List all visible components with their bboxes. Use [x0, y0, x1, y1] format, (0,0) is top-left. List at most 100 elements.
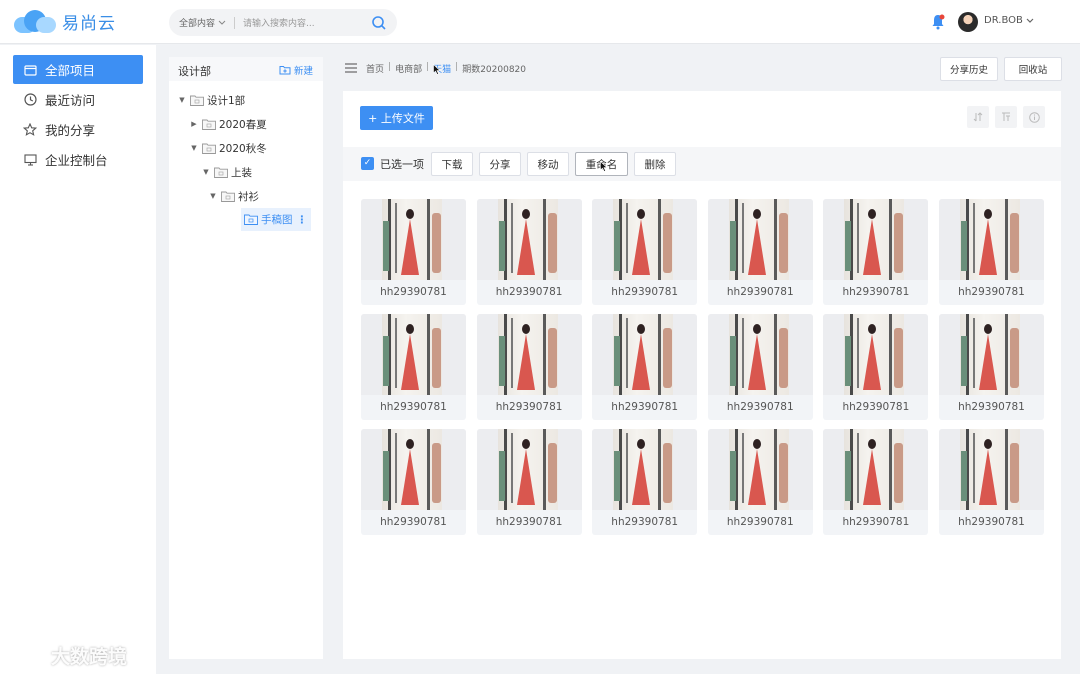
file-thumbnail[interactable] [823, 429, 929, 510]
search-input[interactable]: 请输入搜索内容... [243, 16, 371, 29]
tree-title: 设计部 [178, 65, 211, 78]
file-thumbnail[interactable] [592, 429, 698, 510]
app-name: 易尚云 [62, 13, 116, 34]
file-card[interactable]: hh29390781 [939, 429, 1044, 535]
file-name: hh29390781 [495, 516, 563, 528]
sidebar-item-my-shares[interactable]: 我的分享 [13, 115, 143, 144]
clock-icon [23, 93, 37, 107]
file-card[interactable]: hh29390781 [361, 314, 466, 420]
tree-node[interactable]: ▼ 衬衫 [208, 187, 259, 205]
caret-right-icon[interactable]: ▶ [189, 120, 199, 128]
tree-node[interactable]: ▼ 2020秋冬 [189, 139, 266, 157]
file-card[interactable]: hh29390781 [939, 199, 1044, 305]
download-button[interactable]: 下载 [431, 152, 473, 176]
folder-icon [202, 143, 216, 154]
upload-file-button[interactable]: + 上传文件 [360, 106, 433, 130]
avatar[interactable] [958, 12, 978, 32]
monitor-icon [23, 153, 37, 167]
caret-down-icon[interactable]: ▼ [208, 192, 218, 200]
file-thumbnail[interactable] [361, 199, 466, 280]
recycle-bin-button[interactable]: 回收站 [1004, 57, 1062, 81]
file-card[interactable]: hh29390781 [707, 429, 813, 535]
sidebar-item-label: 我的分享 [45, 123, 96, 138]
file-card[interactable]: hh29390781 [476, 429, 582, 535]
file-thumbnail[interactable] [707, 199, 813, 280]
file-name: hh29390781 [611, 516, 679, 528]
file-thumbnail[interactable] [592, 314, 698, 395]
delete-button[interactable]: 删除 [634, 152, 676, 176]
file-name: hh29390781 [380, 516, 447, 528]
folder-icon [221, 191, 235, 202]
select-checkbox[interactable]: ✓ [361, 157, 374, 170]
share-button[interactable]: 分享 [479, 152, 521, 176]
caret-down-icon[interactable]: ▼ [177, 96, 187, 104]
file-name: hh29390781 [842, 516, 910, 528]
file-thumbnail[interactable] [476, 429, 582, 510]
tree-node[interactable]: ▼ 设计1部 [177, 91, 245, 109]
file-card[interactable]: hh29390781 [939, 314, 1044, 420]
tree-node[interactable]: ▶ 2020春夏 [189, 115, 266, 133]
more-vertical-icon[interactable]: ⋮ [297, 214, 308, 226]
sidebar-item-all-projects[interactable]: 全部项目 [13, 55, 143, 84]
file-card[interactable]: hh29390781 [592, 199, 698, 305]
file-card[interactable]: hh29390781 [361, 429, 466, 535]
file-card[interactable]: hh29390781 [592, 314, 698, 420]
tree-node[interactable]: ▼ 上装 [201, 163, 252, 181]
file-name: hh29390781 [495, 286, 563, 298]
file-thumbnail[interactable] [823, 199, 929, 280]
tree-node-label: 设计1部 [207, 94, 246, 107]
file-card[interactable]: hh29390781 [707, 199, 813, 305]
breadcrumb-item[interactable]: 首页 [366, 62, 384, 75]
file-name: hh29390781 [380, 401, 447, 413]
watermark: 大数跨境 [10, 642, 127, 669]
file-name: hh29390781 [726, 401, 794, 413]
search-icon[interactable] [371, 15, 387, 31]
add-folder-icon [279, 66, 291, 75]
move-button[interactable]: 移动 [527, 152, 569, 176]
search-bar[interactable]: 全部内容 请输入搜索内容... [169, 9, 397, 36]
notification-bell-icon[interactable] [931, 14, 945, 30]
file-thumbnail[interactable] [476, 199, 582, 280]
file-thumbnail[interactable] [939, 429, 1044, 510]
file-thumbnail[interactable] [939, 199, 1044, 280]
file-thumbnail[interactable] [823, 314, 929, 395]
file-thumbnail[interactable] [939, 314, 1044, 395]
tree-node-selected[interactable]: 手稿图 ⋮ [241, 208, 311, 231]
file-card[interactable]: hh29390781 [476, 314, 582, 420]
search-divider [234, 16, 236, 29]
share-history-button[interactable]: 分享历史 [940, 57, 998, 81]
top-bar: 易尚云 全部内容 请输入搜索内容... DR.BOB [0, 0, 1080, 44]
mouse-cursor-icon [433, 64, 441, 75]
file-thumbnail[interactable] [361, 314, 466, 395]
menu-icon[interactable] [345, 63, 357, 73]
file-thumbnail[interactable] [707, 314, 813, 395]
filter-icon[interactable] [995, 106, 1017, 128]
file-card[interactable]: hh29390781 [823, 199, 929, 305]
file-card[interactable]: hh29390781 [823, 314, 929, 420]
file-name: hh29390781 [611, 401, 679, 413]
tree-node-label: 上装 [231, 166, 252, 179]
breadcrumb-item[interactable]: 电商部 [395, 62, 422, 75]
file-card[interactable]: hh29390781 [592, 429, 698, 535]
sidebar: 全部项目 最近访问 我的分享 企业控制台 [0, 45, 156, 674]
file-card[interactable]: hh29390781 [823, 429, 929, 535]
file-card[interactable]: hh29390781 [707, 314, 813, 420]
file-thumbnail[interactable] [476, 314, 582, 395]
caret-down-icon[interactable]: ▼ [201, 168, 211, 176]
caret-down-icon[interactable]: ▼ [189, 144, 199, 152]
new-folder-button[interactable]: 新建 [279, 63, 313, 77]
file-thumbnail[interactable] [361, 429, 466, 510]
sidebar-item-console[interactable]: 企业控制台 [13, 145, 143, 174]
sidebar-item-recent[interactable]: 最近访问 [13, 85, 143, 114]
search-scope-select[interactable]: 全部内容 [179, 16, 226, 29]
user-menu[interactable]: DR.BOB [984, 15, 1034, 26]
file-thumbnail[interactable] [592, 199, 698, 280]
file-card[interactable]: hh29390781 [361, 199, 466, 305]
tree-node-label: 衬衫 [238, 190, 259, 203]
file-thumbnail[interactable] [707, 429, 813, 510]
folder-tree-panel: 设计部 新建 ▼ 设计1部 ▶ 2020春夏 ▼ 2020秋冬 ▼ 上装 ▼ 衬… [169, 57, 323, 659]
info-icon[interactable] [1023, 106, 1045, 128]
sort-icon[interactable] [967, 106, 989, 128]
app-logo[interactable]: 易尚云 [12, 8, 116, 34]
file-card[interactable]: hh29390781 [476, 199, 582, 305]
